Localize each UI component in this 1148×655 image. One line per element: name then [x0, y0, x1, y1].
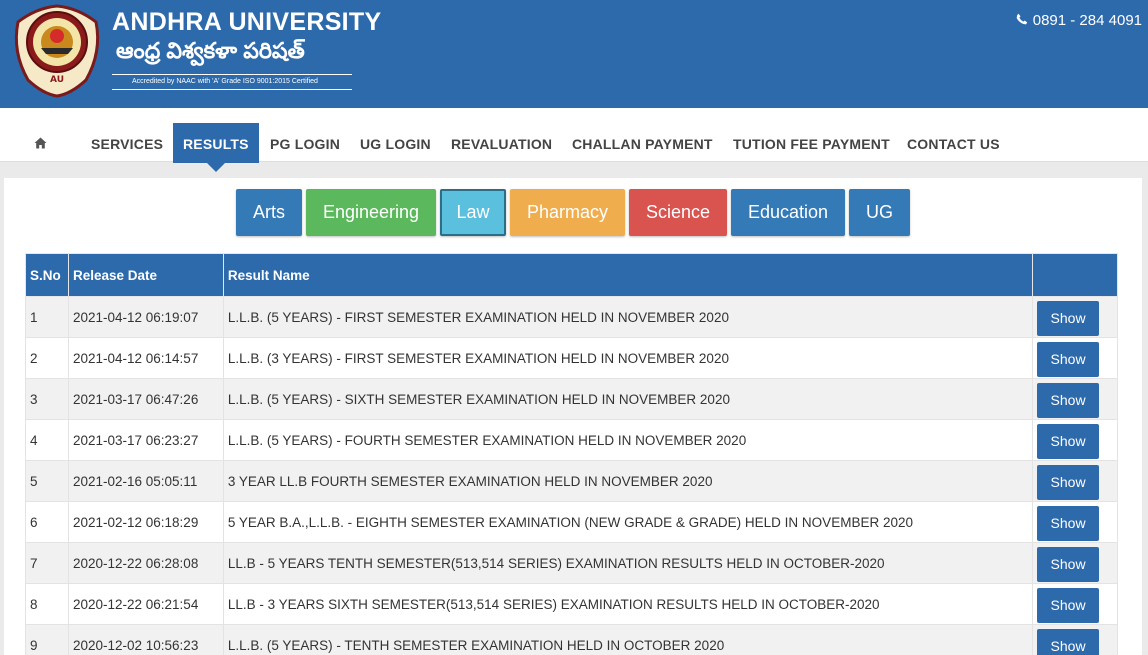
- cell-release-date: 2021-03-17 06:47:26: [67, 378, 224, 420]
- cell-sno: 6: [25, 501, 69, 543]
- category-pharmacy-button[interactable]: Pharmacy: [510, 189, 625, 236]
- col-header-release-date: Release Date: [67, 253, 224, 297]
- cell-action: Show: [1032, 460, 1118, 502]
- phone-number: 0891 - 284 4091: [1032, 12, 1142, 29]
- cell-sno: 1: [25, 296, 69, 338]
- results-table-wrap: S.No Release Date Result Name 1 2021-04-1…: [25, 253, 1118, 655]
- cell-action: Show: [1032, 337, 1118, 379]
- show-button[interactable]: Show: [1037, 587, 1100, 623]
- show-button[interactable]: Show: [1037, 464, 1100, 500]
- cell-result-name: 5 YEAR B.A.,L.L.B. - EIGHTH SEMESTER EXA…: [222, 501, 1034, 543]
- results-panel: Arts Engineering Law Pharmacy Science Ed…: [4, 178, 1142, 655]
- main-nav: SERVICES RESULTS PG LOGIN UG LOGIN REVAL…: [0, 108, 1148, 172]
- col-header-sno: S.No: [25, 253, 69, 297]
- table-header-row: S.No Release Date Result Name: [25, 253, 1118, 297]
- cell-sno: 8: [25, 583, 69, 625]
- brand-block: ANDHRA UNIVERSITY ఆంధ్ర విశ్వకళా పరిషత్ …: [112, 8, 382, 90]
- phone-contact: 0891 - 284 4091: [1016, 12, 1142, 29]
- university-name: ANDHRA UNIVERSITY: [112, 8, 382, 36]
- cell-action: Show: [1032, 542, 1118, 584]
- cell-release-date: 2020-12-22 06:28:08: [67, 542, 224, 584]
- active-caret: [206, 163, 225, 172]
- cell-result-name: L.L.B. (5 YEARS) - TENTH SEMESTER EXAMIN…: [222, 624, 1034, 655]
- table-row: 1 2021-04-12 06:19:07 L.L.B. (5 YEARS) - F…: [25, 296, 1118, 338]
- university-logo[interactable]: AU: [8, 2, 106, 98]
- show-button[interactable]: Show: [1037, 628, 1100, 655]
- brand-divider-bottom: [112, 89, 352, 90]
- category-arts-button[interactable]: Arts: [236, 189, 302, 236]
- cell-action: Show: [1032, 624, 1118, 655]
- cell-result-name: LL.B - 3 YEARS SIXTH SEMESTER(513,514 SE…: [222, 583, 1034, 625]
- cell-sno: 3: [25, 378, 69, 420]
- cell-release-date: 2021-04-12 06:14:57: [67, 337, 224, 379]
- accreditation-text: Accredited by NAAC with 'A' Grade ISO 90…: [132, 78, 318, 85]
- col-header-result-name: Result Name: [222, 253, 1034, 297]
- cell-release-date: 2021-02-12 06:18:29: [67, 501, 224, 543]
- nav-services[interactable]: SERVICES: [91, 123, 163, 163]
- nav-contact-us[interactable]: CONTACT US: [907, 123, 1000, 163]
- cell-action: Show: [1032, 419, 1118, 461]
- category-buttons: Arts Engineering Law Pharmacy Science Ed…: [236, 189, 910, 236]
- table-row: 4 2021-03-17 06:23:27 L.L.B. (5 YEARS) - F…: [25, 419, 1118, 461]
- show-button[interactable]: Show: [1037, 505, 1100, 541]
- cell-action: Show: [1032, 378, 1118, 420]
- nav-ug-login[interactable]: UG LOGIN: [360, 123, 431, 163]
- table-row: 6 2021-02-12 06:18:29 5 YEAR B.A.,L.L.B. -…: [25, 501, 1118, 543]
- svg-text:AU: AU: [50, 75, 64, 85]
- university-name-telugu: ఆంధ్ర విశ్వకళా పరిషత్: [116, 38, 305, 63]
- nav-challan-payment[interactable]: CHALLAN PAYMENT: [572, 123, 713, 163]
- show-button[interactable]: Show: [1037, 300, 1100, 336]
- category-engineering-button[interactable]: Engineering: [306, 189, 436, 236]
- table-row: 2 2021-04-12 06:14:57 L.L.B. (3 YEARS) - F…: [25, 337, 1118, 379]
- show-button[interactable]: Show: [1037, 382, 1100, 418]
- cell-result-name: L.L.B. (5 YEARS) - FOURTH SEMESTER EXAMI…: [222, 419, 1034, 461]
- cell-result-name: L.L.B. (3 YEARS) - FIRST SEMESTER EXAMIN…: [222, 337, 1034, 379]
- cell-release-date: 2020-12-22 06:21:54: [67, 583, 224, 625]
- nav-pg-login[interactable]: PG LOGIN: [270, 123, 340, 163]
- table-row: 5 2021-02-16 05:05:11 3 YEAR LL.B FOURTH S…: [25, 460, 1118, 502]
- phone-icon: [1016, 12, 1028, 29]
- home-icon: [34, 136, 47, 152]
- table-row: 3 2021-03-17 06:47:26 L.L.B. (5 YEARS) - S…: [25, 378, 1118, 420]
- cell-release-date: 2020-12-02 10:56:23: [67, 624, 224, 655]
- cell-result-name: LL.B - 5 YEARS TENTH SEMESTER(513,514 SE…: [222, 542, 1034, 584]
- table-row: 8 2020-12-22 06:21:54 LL.B - 3 YEARS SIXTH…: [25, 583, 1118, 625]
- cell-result-name: L.L.B. (5 YEARS) - FIRST SEMESTER EXAMIN…: [222, 296, 1034, 338]
- table-row: 9 2020-12-02 10:56:23 L.L.B. (5 YEARS) - T…: [25, 624, 1118, 655]
- cell-sno: 2: [25, 337, 69, 379]
- cell-release-date: 2021-04-12 06:19:07: [67, 296, 224, 338]
- cell-sno: 7: [25, 542, 69, 584]
- cell-result-name: 3 YEAR LL.B FOURTH SEMESTER EXAMINATION …: [222, 460, 1034, 502]
- cell-action: Show: [1032, 296, 1118, 338]
- cell-sno: 9: [25, 624, 69, 655]
- cell-action: Show: [1032, 501, 1118, 543]
- category-ug-button[interactable]: UG: [849, 189, 910, 236]
- cell-release-date: 2021-03-17 06:23:27: [67, 419, 224, 461]
- nav-home[interactable]: [34, 123, 47, 163]
- table-row: 7 2020-12-22 06:28:08 LL.B - 5 YEARS TENTH…: [25, 542, 1118, 584]
- category-science-button[interactable]: Science: [629, 189, 727, 236]
- nav-revaluation[interactable]: REVALUATION: [451, 123, 552, 163]
- brand-divider-top: [112, 74, 352, 75]
- show-button[interactable]: Show: [1037, 341, 1100, 377]
- results-table-body: 1 2021-04-12 06:19:07 L.L.B. (5 YEARS) - F…: [25, 296, 1118, 655]
- results-table: S.No Release Date Result Name 1 2021-04-1…: [25, 253, 1118, 655]
- cell-sno: 5: [25, 460, 69, 502]
- nav-results-label: RESULTS: [183, 136, 249, 152]
- nav-tution-fee-payment[interactable]: TUTION FEE PAYMENT: [733, 123, 890, 163]
- show-button[interactable]: Show: [1037, 423, 1100, 459]
- cell-sno: 4: [25, 419, 69, 461]
- category-education-button[interactable]: Education: [731, 189, 845, 236]
- cell-action: Show: [1032, 583, 1118, 625]
- nav-results[interactable]: RESULTS: [173, 123, 259, 172]
- site-header: AU ANDHRA UNIVERSITY ఆంధ్ర విశ్వకళా పరిష…: [0, 0, 1148, 108]
- category-law-button[interactable]: Law: [440, 189, 506, 236]
- cell-result-name: L.L.B. (5 YEARS) - SIXTH SEMESTER EXAMIN…: [222, 378, 1034, 420]
- cell-release-date: 2021-02-16 05:05:11: [67, 460, 224, 502]
- col-header-action: [1032, 253, 1118, 297]
- show-button[interactable]: Show: [1037, 546, 1100, 582]
